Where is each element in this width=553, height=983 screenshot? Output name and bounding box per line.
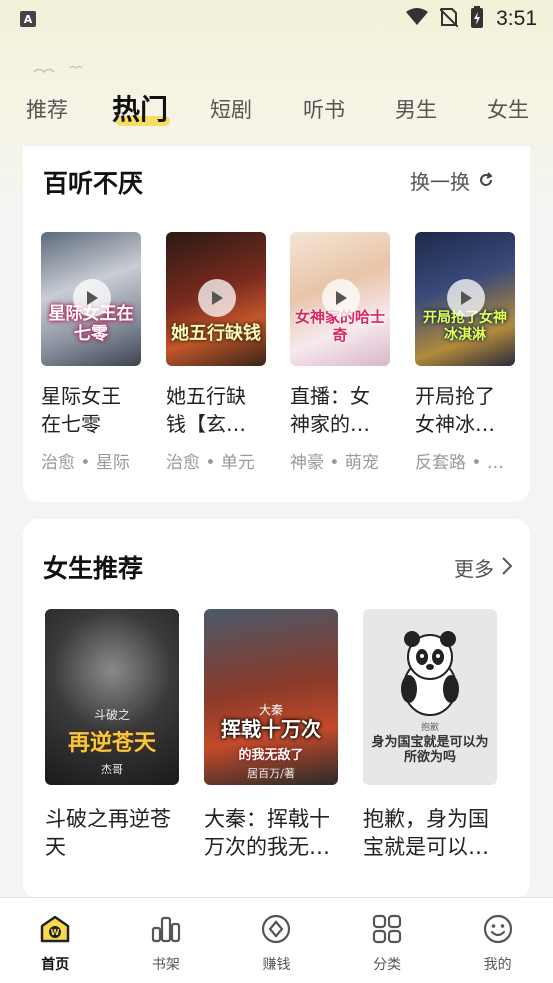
clock: 3:51 bbox=[496, 7, 537, 30]
notification-icon: A bbox=[20, 11, 36, 27]
battery-icon bbox=[470, 6, 484, 32]
book-cover: 身为国宝就是可以为所欲为吗 抱歉 bbox=[363, 609, 497, 785]
more-button[interactable]: 更多 bbox=[454, 553, 513, 582]
book-item[interactable]: 她五行缺钱 她五行缺 钱【玄… 治愈 • 单元 bbox=[166, 232, 268, 473]
play-icon bbox=[73, 279, 111, 317]
section-title: 百听不厌 bbox=[43, 169, 144, 198]
nav-label: 分类 bbox=[373, 957, 402, 973]
tab-recommend[interactable]: 推荐 bbox=[26, 94, 68, 124]
section-title: 女生推荐 bbox=[43, 554, 144, 583]
book-item[interactable]: 星际女王在七零 星际女王 在七零 治愈 • 星际 bbox=[41, 232, 143, 473]
tab-hot[interactable]: 热门 bbox=[112, 88, 168, 128]
category-tabs: 推荐 热门 短剧 听书 男生 女生 bbox=[0, 88, 553, 130]
book-title: 她五行缺 钱【玄… bbox=[166, 382, 268, 438]
book-tags: 神豪 • 萌宠 bbox=[290, 453, 379, 473]
nav-category[interactable]: 分类 bbox=[332, 898, 443, 983]
cover-title: 身为国宝就是可以为所欲为吗 bbox=[371, 735, 489, 765]
book-tags: 治愈 • 单元 bbox=[166, 453, 255, 473]
book-cover: 她五行缺钱 bbox=[166, 232, 266, 366]
panda-icon bbox=[395, 627, 465, 721]
refresh-button[interactable]: 换一换 bbox=[410, 166, 494, 195]
book-title-text: 星际女王 在七零 bbox=[41, 384, 121, 436]
cover-author: 杰哥 bbox=[101, 763, 123, 776]
smile-icon bbox=[481, 912, 515, 946]
cover-title: 再逆苍天 bbox=[67, 730, 156, 756]
book-item[interactable]: 开局抢了女神冰淇淋 开局抢了 女神冰… 反套路 • … bbox=[415, 232, 517, 473]
book-cover: 星际女王在七零 bbox=[41, 232, 141, 366]
nav-home[interactable]: W 首页 bbox=[0, 898, 111, 983]
book-title: 直播：女 神家的… bbox=[290, 382, 392, 438]
nav-label: 首页 bbox=[41, 957, 70, 973]
bookshelf-icon bbox=[149, 912, 183, 946]
cover-subtitle-2: 的我无敌了 bbox=[238, 748, 304, 763]
status-bar: A 3:51 bbox=[0, 0, 553, 38]
coin-icon bbox=[259, 912, 293, 946]
book-title-text: 直播：女 神家的… bbox=[290, 384, 370, 436]
book-item[interactable]: 女神家的哈士奇 直播：女 神家的… 神豪 • 萌宠 bbox=[290, 232, 392, 473]
refresh-label: 换一换 bbox=[410, 170, 470, 194]
nav-label: 赚钱 bbox=[262, 957, 291, 973]
book-item[interactable]: 大秦 挥戟十万次 的我无敌了 居百万/著 大秦：挥戟十 万次的我无… bbox=[204, 609, 338, 861]
bird-decoration-icon bbox=[30, 62, 90, 86]
nav-label: 书架 bbox=[151, 957, 180, 973]
play-icon bbox=[322, 279, 360, 317]
book-item[interactable]: 斗破之 再逆苍天 杰哥 斗破之再逆苍 天 bbox=[45, 609, 179, 861]
book-title: 大秦：挥戟十 万次的我无… bbox=[204, 807, 330, 859]
cover-subtitle: 抱歉 bbox=[420, 723, 439, 733]
tab-audiobook[interactable]: 听书 bbox=[303, 94, 345, 124]
book-title-text: 开局抢了 女神冰… bbox=[415, 384, 495, 436]
section-popular-listen: 百听不厌 换一换 星际女王在七零 星际女王 在七零 治愈 • 星际 她五行缺钱 … bbox=[23, 146, 530, 502]
tab-short-drama[interactable]: 短剧 bbox=[210, 94, 252, 124]
tab-female[interactable]: 女生 bbox=[487, 94, 529, 124]
book-item[interactable]: 身为国宝就是可以为所欲为吗 抱歉 抱歉，身为国 宝就是可以… bbox=[363, 609, 497, 861]
book-cover: 斗破之 再逆苍天 杰哥 bbox=[45, 609, 179, 785]
nav-profile[interactable]: 我的 bbox=[442, 898, 553, 983]
book-cover: 大秦 挥戟十万次 的我无敌了 居百万/著 bbox=[204, 609, 338, 785]
cover-title: 挥戟十万次 bbox=[221, 717, 321, 741]
book-title-text: 她五行缺 钱【玄… bbox=[166, 384, 246, 436]
section-female-recommend: 女生推荐 更多 斗破之 再逆苍天 杰哥 斗破之再逆苍 天 大秦 挥戟十万次 的我… bbox=[23, 519, 530, 899]
bottom-navigation: W 首页 书架 赚钱 分类 我的 bbox=[0, 897, 553, 983]
home-w-icon: W bbox=[38, 912, 72, 946]
refresh-icon bbox=[478, 169, 494, 193]
book-title: 斗破之再逆苍 天 bbox=[45, 807, 171, 859]
book-cover: 开局抢了女神冰淇淋 bbox=[415, 232, 515, 366]
grid-icon bbox=[370, 912, 404, 946]
book-cover: 女神家的哈士奇 bbox=[290, 232, 390, 366]
nav-bookshelf[interactable]: 书架 bbox=[111, 898, 222, 983]
no-sim-icon bbox=[439, 7, 459, 31]
tab-male[interactable]: 男生 bbox=[395, 94, 437, 124]
svg-text:W: W bbox=[51, 928, 60, 937]
book-tags: 反套路 • … bbox=[415, 453, 504, 473]
nav-label: 我的 bbox=[483, 957, 512, 973]
more-label: 更多 bbox=[454, 557, 494, 581]
cover-subtitle: 大秦 bbox=[258, 703, 283, 717]
book-title: 抱歉，身为国 宝就是可以… bbox=[363, 807, 489, 859]
play-icon bbox=[198, 279, 236, 317]
nav-earn[interactable]: 赚钱 bbox=[221, 898, 332, 983]
book-title: 开局抢了 女神冰… bbox=[415, 382, 517, 438]
chevron-right-icon bbox=[502, 556, 513, 580]
book-tags: 治愈 • 星际 bbox=[41, 453, 130, 473]
cover-author: 居百万/著 bbox=[247, 767, 295, 780]
cover-title: 她五行缺钱 bbox=[171, 323, 261, 344]
play-icon bbox=[447, 279, 485, 317]
wifi-icon bbox=[406, 8, 429, 30]
book-title: 星际女王 在七零 bbox=[41, 382, 143, 438]
cover-subtitle: 斗破之 bbox=[93, 708, 130, 722]
